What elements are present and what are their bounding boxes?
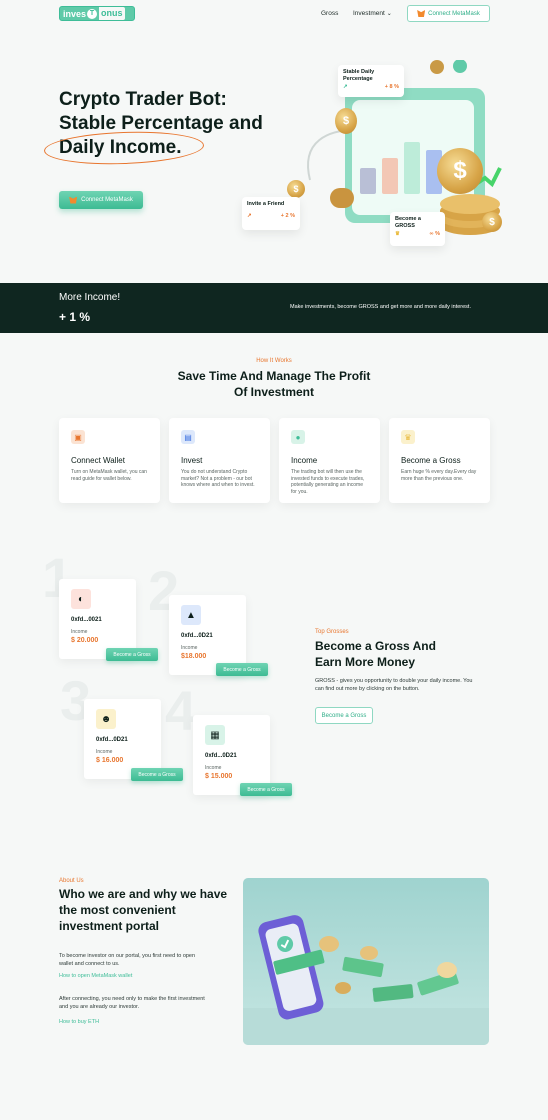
- stable-percentage-value: + 8 %: [384, 84, 399, 90]
- step-card-invest: ▤ Invest You do not understand Crypto ma…: [169, 418, 270, 503]
- step-desc: You do not understand Crypto market? Not…: [181, 469, 255, 489]
- big-coin-icon: $: [437, 148, 483, 194]
- become-gross-card-value: ∞ %: [429, 231, 440, 237]
- trend-up-icon: ↗: [343, 84, 348, 90]
- gross-address: 0xfd...0D21: [205, 753, 237, 759]
- grosses-title-line1: Become a Gross And: [315, 639, 436, 653]
- small-coin-icon: $: [287, 180, 305, 198]
- stable-percentage-title: Stable Daily Percentage: [343, 69, 375, 82]
- step-title: Connect Wallet: [71, 456, 125, 465]
- stable-percentage-card: Stable Daily Percentage ↗ + 8 %: [338, 65, 404, 97]
- band-title: More Income!: [59, 292, 121, 303]
- phone-money-illustration: [243, 915, 489, 1045]
- shark-icon: ▲: [181, 605, 201, 625]
- gross-address: 0xfd...0021: [71, 617, 102, 623]
- step-title: Become a Gross: [401, 456, 461, 465]
- step-card-connect-wallet: ▣ Connect Wallet Turn on MetaMask wallet…: [59, 418, 160, 503]
- watermelon-icon: ◐: [71, 589, 91, 609]
- band-text: Make investments, become GROSS and get m…: [290, 304, 471, 310]
- gross-income-value: $ 20.000: [71, 637, 99, 644]
- logo-mark: T: [87, 8, 98, 19]
- gross-address: 0xfd...0D21: [181, 633, 213, 639]
- grosses-eyebrow: Top Grosses: [315, 629, 349, 635]
- step-desc: Turn on MetaMask wallet, you can read gu…: [71, 469, 147, 482]
- about-title-line1: Who we are and why we have: [59, 887, 228, 901]
- nav-investment[interactable]: Investment ⌄: [353, 10, 392, 17]
- about-paragraph-1: To become investor on our portal, you fi…: [59, 953, 196, 967]
- become-gross-card: Become a GROSS ♛ ∞ %: [390, 212, 445, 246]
- hero-connect-button[interactable]: Connect MetaMask: [59, 191, 143, 209]
- invite-friend-title: Invite a Friend: [247, 201, 285, 207]
- connect-metamask-button[interactable]: Connect MetaMask: [407, 5, 490, 22]
- become-gross-button[interactable]: Become a Gross: [131, 768, 183, 781]
- step-card-become-gross: ♛ Become a Gross Earn huge % every day.E…: [389, 418, 490, 503]
- how-title: Save Time And Manage The Profit Of Inves…: [0, 368, 548, 400]
- how-title-line2: Of Investment: [233, 385, 314, 399]
- hero-title-line2: Stable Percentage and: [59, 113, 263, 134]
- logo-text-left: inves: [63, 8, 87, 19]
- about-eyebrow: About Us: [59, 878, 84, 884]
- hero-title-line1: Crypto Trader Bot:: [59, 89, 227, 110]
- crown-icon: ♛: [401, 430, 415, 444]
- gross-income-label: Income: [205, 765, 222, 771]
- wallet-icon: ▣: [71, 430, 85, 444]
- gross-income-label: Income: [181, 645, 198, 651]
- invite-friend-value: + 2 %: [280, 213, 295, 219]
- chevron-down-icon: ⌄: [386, 11, 392, 17]
- step-card-income: ● Income The trading bot will then use t…: [279, 418, 380, 503]
- connect-metamask-label: Connect MetaMask: [428, 10, 480, 17]
- step-title: Income: [291, 456, 318, 465]
- robot-icon: ▦: [205, 725, 225, 745]
- become-gross-button[interactable]: Become a Gross: [106, 648, 158, 661]
- metamask-fox-icon: [69, 196, 78, 204]
- monkey-icon: ☻: [96, 709, 116, 729]
- gross-income-value: $ 16.000: [96, 757, 124, 764]
- gross-card: ◐ 0xfd...0021 Income $ 20.000: [59, 579, 136, 659]
- become-gross-button[interactable]: Become a Gross: [216, 663, 268, 676]
- trend-up-icon: ↗: [247, 213, 252, 219]
- become-gross-button[interactable]: Become a Gross: [240, 783, 292, 796]
- become-gross-cta-label: Become a Gross: [321, 712, 367, 719]
- gross-income-label: Income: [71, 629, 88, 635]
- gross-income-label: Income: [96, 749, 113, 755]
- about-title-line3: investment portal: [59, 919, 160, 933]
- metamask-fox-icon: [417, 10, 426, 17]
- hero-connect-label: Connect MetaMask: [81, 197, 133, 203]
- how-title-line1: Save Time And Manage The Profit: [177, 369, 371, 383]
- grosses-description: GROSS - gives you opportunity to double …: [315, 678, 473, 692]
- step-desc: The trading bot will then use the invest…: [291, 469, 365, 495]
- gross-income-value: $ 15.000: [205, 773, 233, 780]
- gross-income-value: $18.000: [181, 653, 207, 660]
- coin-icon: $: [335, 108, 357, 134]
- small-coin-icon: $: [482, 212, 502, 232]
- gross-address: 0xfd...0D21: [96, 737, 128, 743]
- grosses-title: Become a Gross And Earn More Money: [315, 638, 515, 670]
- logo[interactable]: inves T onus: [59, 6, 135, 21]
- nav-investment-label: Investment: [353, 10, 385, 17]
- become-gross-card-title: Become a GROSS: [395, 216, 421, 229]
- crown-icon: ♛: [395, 231, 400, 237]
- buy-eth-link[interactable]: How to buy ETH: [59, 1019, 99, 1025]
- grosses-title-line2: Earn More Money: [315, 655, 416, 669]
- logo-text-right: onus: [99, 7, 125, 20]
- income-band: More Income! + 1 % Make investments, bec…: [0, 283, 548, 333]
- about-image: [243, 878, 489, 1045]
- rank-number: 4: [165, 679, 197, 742]
- about-title-line2: the most convenient: [59, 903, 176, 917]
- about-paragraph-2: After connecting, you need only to make …: [59, 996, 205, 1010]
- step-desc: Earn huge % every day.Every day more tha…: [401, 469, 477, 482]
- nav-gross[interactable]: Gross: [321, 10, 338, 17]
- chart-icon: ▤: [181, 430, 195, 444]
- become-gross-cta[interactable]: Become a Gross: [315, 707, 373, 724]
- gross-card: ☻ 0xfd...0D21 Income $ 16.000: [84, 699, 161, 779]
- metamask-guide-link[interactable]: How to open MetaMask wallet: [59, 973, 132, 979]
- about-title: Who we are and why we have the most conv…: [59, 886, 244, 934]
- invite-friend-card: Invite a Friend ↗ + 2 %: [242, 197, 300, 230]
- step-title: Invest: [181, 456, 203, 465]
- band-value: + 1 %: [59, 310, 91, 324]
- money-icon: ●: [291, 430, 305, 444]
- how-eyebrow: How It Works: [256, 358, 292, 364]
